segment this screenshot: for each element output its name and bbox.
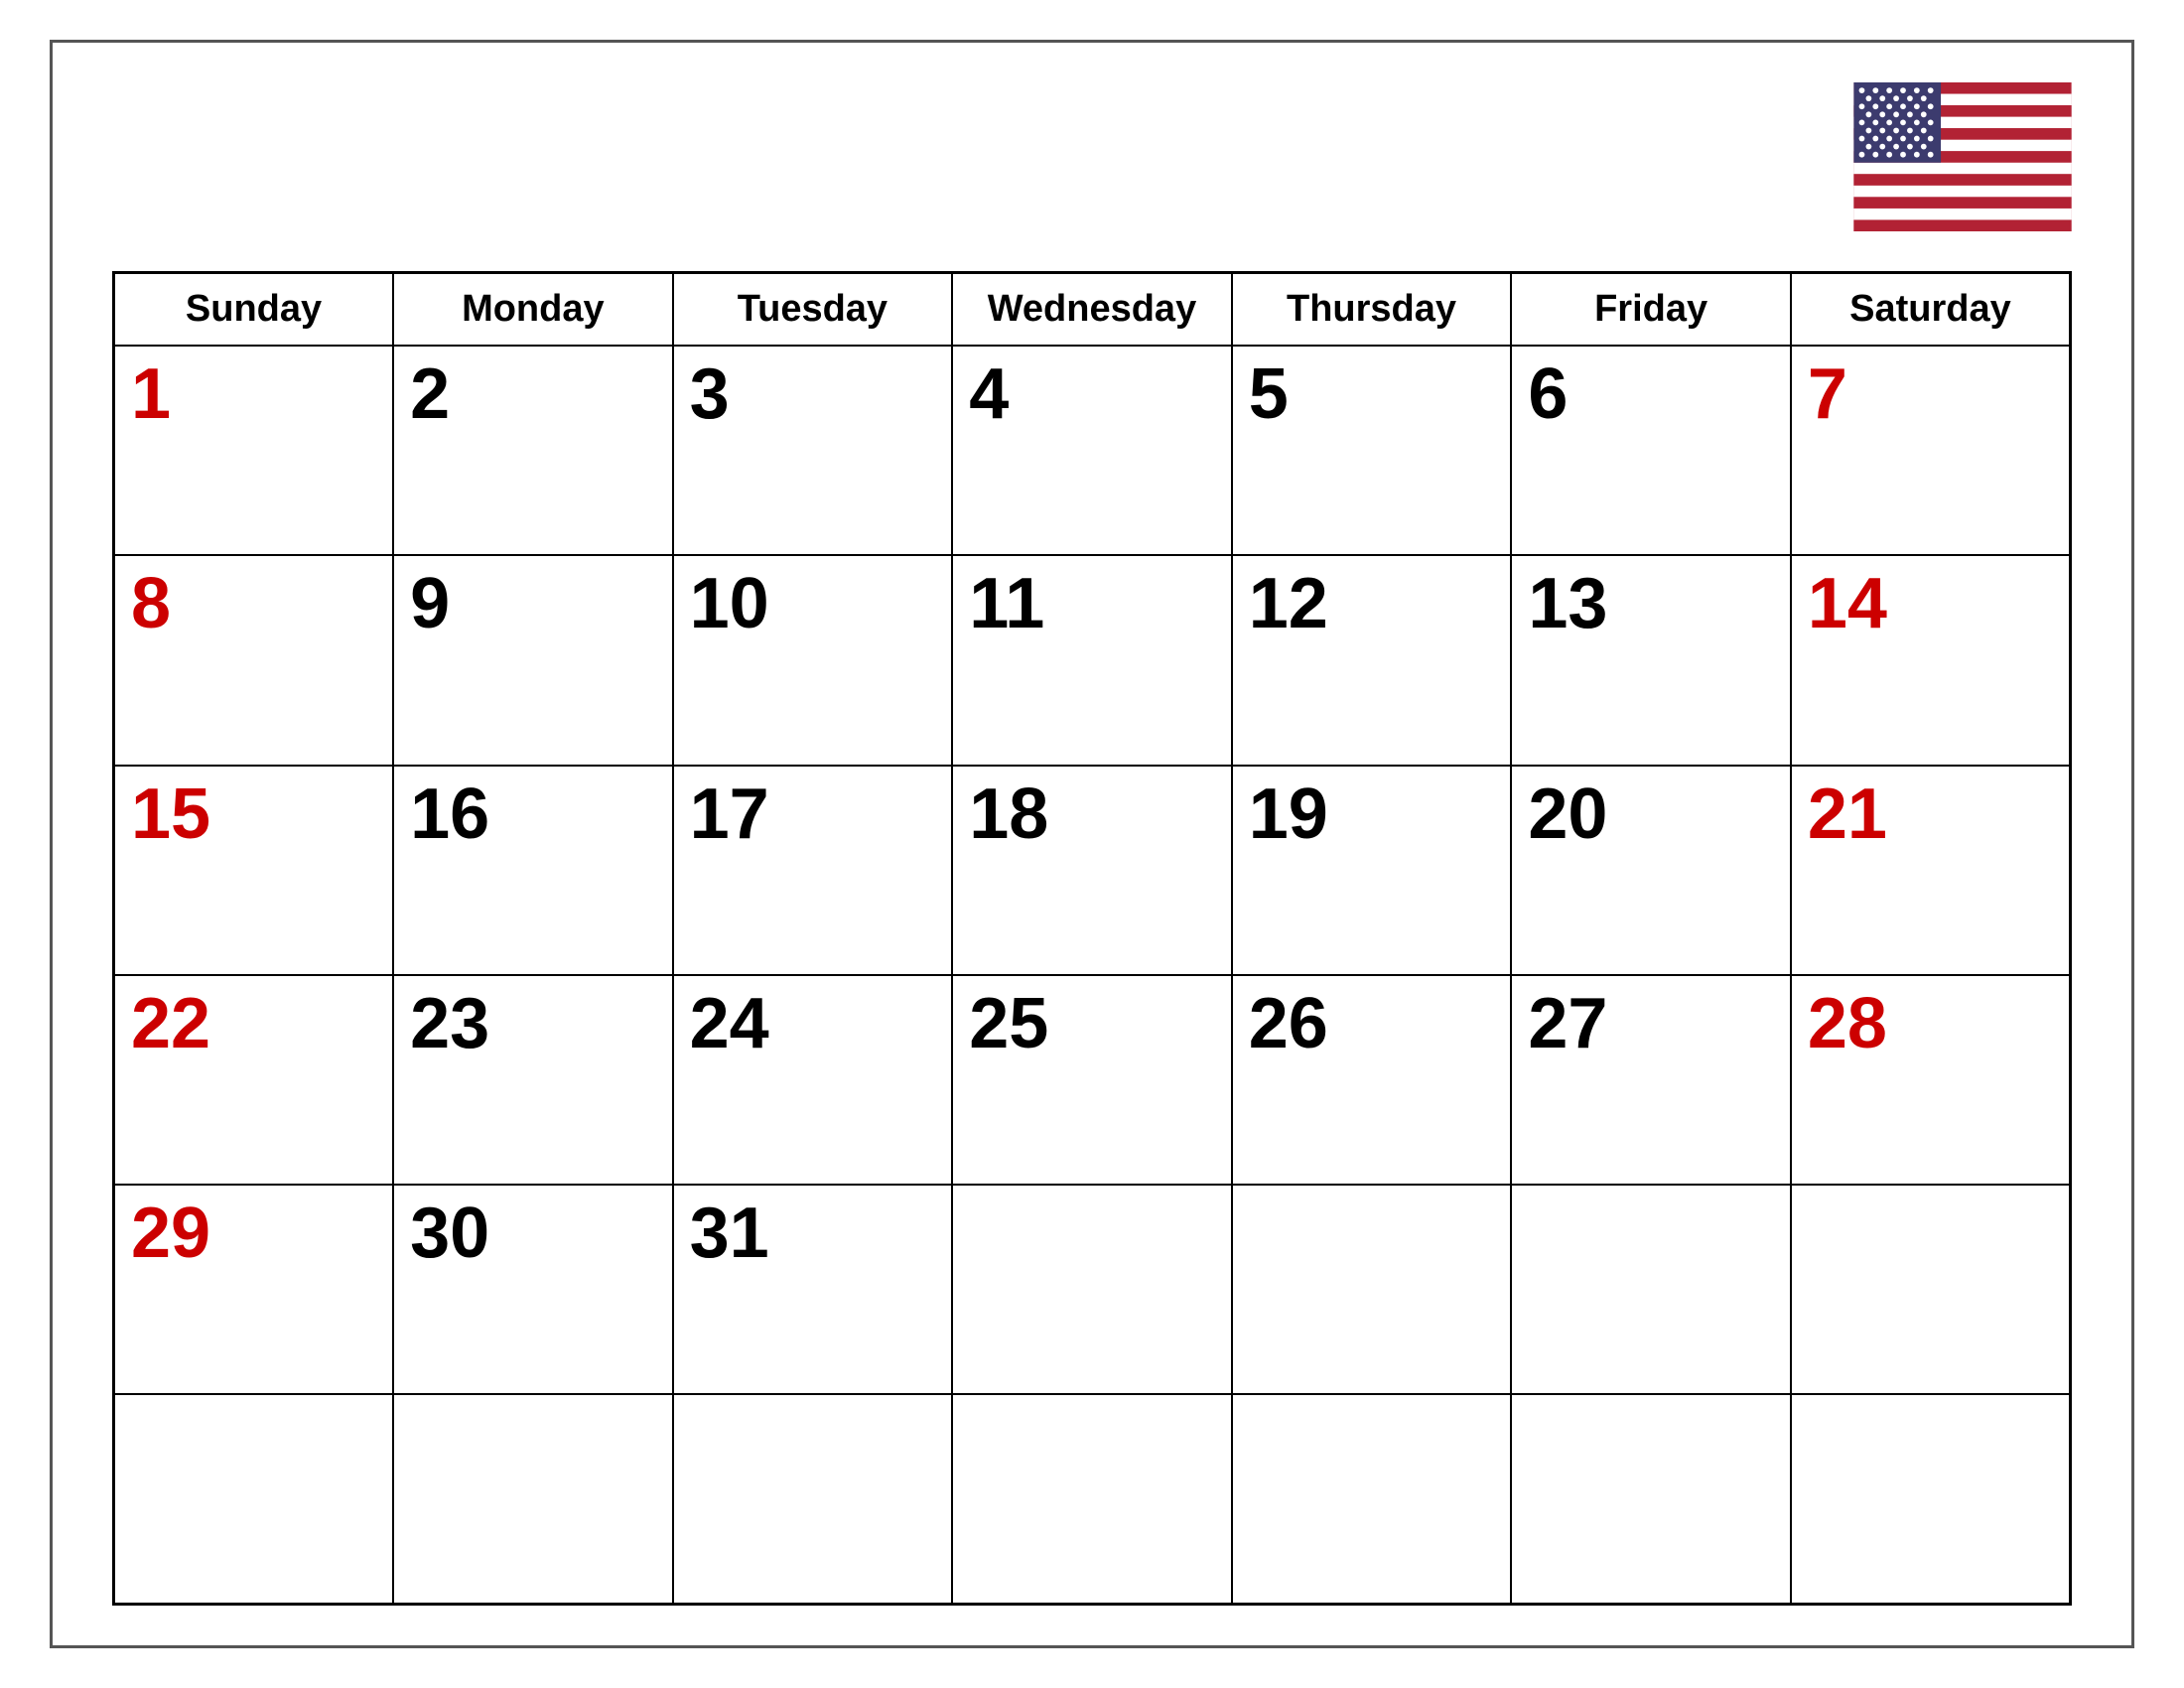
- calendar-day-cell: [114, 1394, 394, 1604]
- calendar-day-cell: 5: [1232, 346, 1512, 555]
- calendar-day-cell: 20: [1511, 766, 1791, 975]
- calendar-day-cell: 6: [1511, 346, 1791, 555]
- calendar-day-cell: 25: [952, 975, 1232, 1185]
- calendar-day-cell: [1791, 1394, 2071, 1604]
- day-number: 5: [1249, 354, 1289, 434]
- calendar-week-row: 15 16 17 18 19 20 21: [114, 766, 2071, 975]
- weekday-header-saturday: Saturday: [1791, 273, 2071, 347]
- calendar-day-cell: [1232, 1394, 1512, 1604]
- day-number: 9: [410, 564, 450, 643]
- day-number: 10: [690, 564, 769, 643]
- us-flag: [1853, 82, 2072, 241]
- calendar-day-cell: 21: [1791, 766, 2071, 975]
- calendar-day-cell: 17: [673, 766, 953, 975]
- day-number: 13: [1528, 564, 1607, 643]
- weekday-header-sunday: Sunday: [114, 273, 394, 347]
- calendar-day-cell: 7: [1791, 346, 2071, 555]
- calendar-day-cell: 16: [393, 766, 673, 975]
- calendar-day-cell: [1511, 1394, 1791, 1604]
- calendar-day-cell: 4: [952, 346, 1232, 555]
- calendar-grid: SundayMondayTuesdayWednesdayThursdayFrid…: [112, 271, 2072, 1606]
- day-number: 31: [690, 1194, 769, 1273]
- day-number: 24: [690, 984, 769, 1063]
- calendar-day-cell: 8: [114, 555, 394, 765]
- calendar-day-cell: 11: [952, 555, 1232, 765]
- day-number: 20: [1528, 774, 1607, 854]
- calendar-day-cell: 27: [1511, 975, 1791, 1185]
- calendar-day-cell: 12: [1232, 555, 1512, 765]
- calendar-day-cell: 13: [1511, 555, 1791, 765]
- day-number: 30: [410, 1194, 489, 1273]
- day-number: 21: [1808, 774, 1887, 854]
- calendar-week-row: 8 9 10 11 12 13 14: [114, 555, 2071, 765]
- weekday-header-wednesday: Wednesday: [952, 273, 1232, 347]
- day-number: 28: [1808, 984, 1887, 1063]
- calendar-week-row: [114, 1394, 2071, 1604]
- day-number: 27: [1528, 984, 1607, 1063]
- day-number: 22: [131, 984, 210, 1063]
- calendar-day-cell: 23: [393, 975, 673, 1185]
- day-number: 16: [410, 774, 489, 854]
- calendar-day-cell: 18: [952, 766, 1232, 975]
- calendar-day-cell: [673, 1394, 953, 1604]
- day-number: 6: [1528, 354, 1568, 434]
- day-number: 23: [410, 984, 489, 1063]
- day-number: 1: [131, 354, 171, 434]
- calendar-day-cell: [1791, 1185, 2071, 1394]
- day-number: 12: [1249, 564, 1328, 643]
- calendar-header: [112, 82, 2072, 241]
- calendar-day-cell: [952, 1185, 1232, 1394]
- calendar-day-cell: 15: [114, 766, 394, 975]
- calendar-day-cell: 26: [1232, 975, 1512, 1185]
- calendar-week-row: 29 30 31: [114, 1185, 2071, 1394]
- day-number: 7: [1808, 354, 1847, 434]
- calendar-day-cell: 2: [393, 346, 673, 555]
- calendar-week-row: 1 2 3 4 5 6 7: [114, 346, 2071, 555]
- calendar-day-cell: 19: [1232, 766, 1512, 975]
- calendar-day-cell: 30: [393, 1185, 673, 1394]
- calendar-day-cell: 31: [673, 1185, 953, 1394]
- day-number: 2: [410, 354, 450, 434]
- day-number: 18: [969, 774, 1048, 854]
- weekday-header-monday: Monday: [393, 273, 673, 347]
- day-number: 15: [131, 774, 210, 854]
- calendar-day-cell: 29: [114, 1185, 394, 1394]
- calendar-day-cell: 1: [114, 346, 394, 555]
- day-number: 8: [131, 564, 171, 643]
- calendar-day-cell: 28: [1791, 975, 2071, 1185]
- calendar-day-cell: 14: [1791, 555, 2071, 765]
- calendar-week-row: 22 23 24 25 26 27 28: [114, 975, 2071, 1185]
- day-number: 25: [969, 984, 1048, 1063]
- calendar-day-cell: [1511, 1185, 1791, 1394]
- calendar-day-cell: 22: [114, 975, 394, 1185]
- day-number: 3: [690, 354, 730, 434]
- day-number: 14: [1808, 564, 1887, 643]
- weekday-header-thursday: Thursday: [1232, 273, 1512, 347]
- weekday-header-tuesday: Tuesday: [673, 273, 953, 347]
- calendar-day-cell: [952, 1394, 1232, 1604]
- calendar-day-cell: [393, 1394, 673, 1604]
- day-number: 19: [1249, 774, 1328, 854]
- weekday-header-friday: Friday: [1511, 273, 1791, 347]
- weekday-header-row: SundayMondayTuesdayWednesdayThursdayFrid…: [114, 273, 2071, 347]
- day-number: 26: [1249, 984, 1328, 1063]
- calendar-day-cell: 3: [673, 346, 953, 555]
- day-number: 4: [969, 354, 1009, 434]
- calendar-day-cell: 9: [393, 555, 673, 765]
- day-number: 29: [131, 1194, 210, 1273]
- calendar-page: SundayMondayTuesdayWednesdayThursdayFrid…: [50, 40, 2134, 1648]
- day-number: 11: [969, 564, 1044, 643]
- day-number: 17: [690, 774, 769, 854]
- calendar-day-cell: 24: [673, 975, 953, 1185]
- calendar-day-cell: [1232, 1185, 1512, 1394]
- calendar-day-cell: 10: [673, 555, 953, 765]
